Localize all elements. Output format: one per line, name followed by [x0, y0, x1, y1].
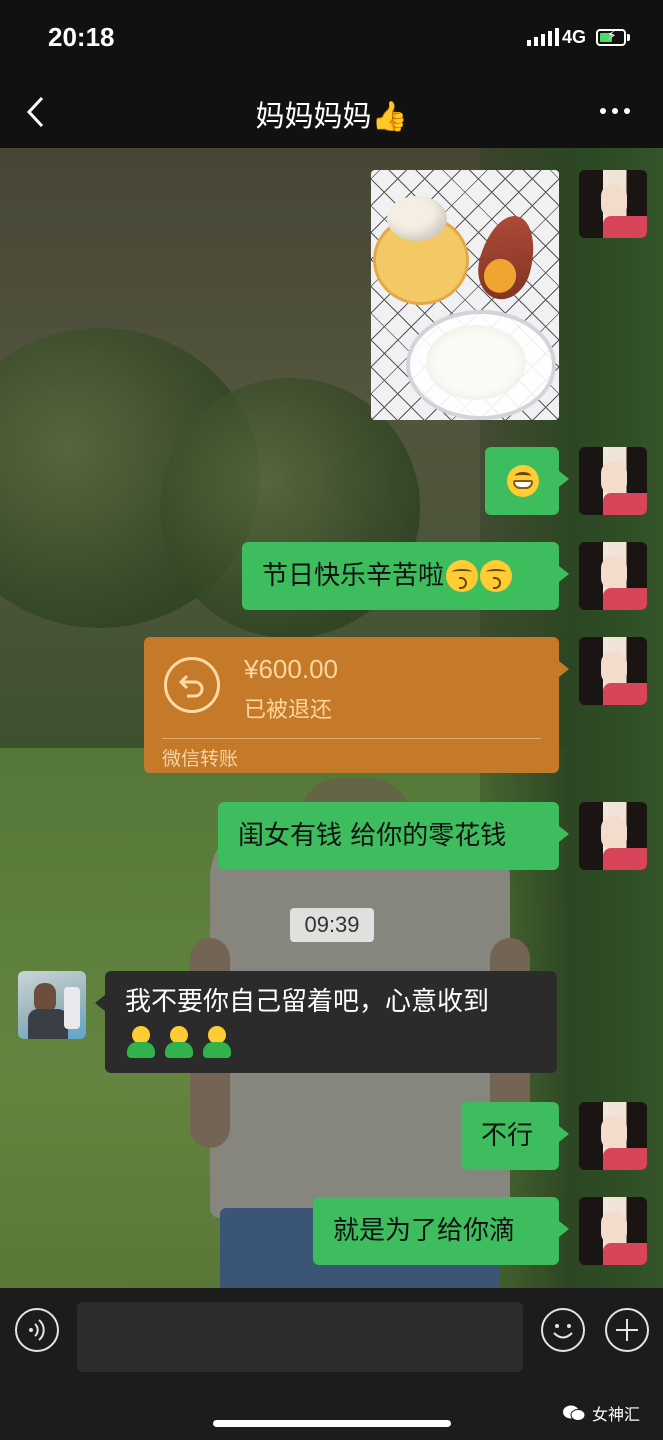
message-input[interactable]	[77, 1302, 523, 1372]
contact-avatar[interactable]	[18, 971, 86, 1039]
message-bubble[interactable]: 就是为了给你滴	[313, 1197, 569, 1265]
received-message-bubble[interactable]: 我不要你自己留着吧，心意收到	[95, 971, 557, 1073]
my-avatar[interactable]	[579, 1197, 647, 1265]
transfer-label: 微信转账	[162, 748, 239, 770]
watermark-text: 女神汇	[592, 1405, 641, 1424]
message-text: 不行	[481, 1121, 534, 1151]
message-text: 就是为了给你滴	[333, 1216, 516, 1246]
transfer-amount: ¥600.00	[244, 654, 338, 684]
chat-timestamp: 09:39	[290, 908, 374, 942]
input-bar: 女神汇	[0, 1288, 663, 1440]
transfer-status: 已被退还	[244, 698, 333, 723]
voice-icon[interactable]	[15, 1308, 59, 1352]
message-text: 我不要你自己留着吧，心意收到	[125, 987, 490, 1017]
kiss-emoji-icon	[446, 560, 479, 592]
chat-header: 妈妈妈妈👍	[0, 75, 663, 148]
message-bubble[interactable]: 不行	[461, 1102, 569, 1170]
kiss-emoji-icon	[480, 560, 513, 592]
message-bubble[interactable]: 节日快乐辛苦啦	[242, 542, 569, 610]
more-icon[interactable]	[600, 108, 630, 114]
network-type: 4G	[562, 27, 587, 47]
battery-icon: ⚡	[596, 28, 626, 46]
transfer-card[interactable]: ¥600.00 已被退还 微信转账	[144, 637, 569, 773]
message-bubble-emoji[interactable]	[485, 447, 569, 515]
my-avatar[interactable]	[579, 637, 647, 705]
signal-icon	[527, 28, 559, 46]
battery-tip	[627, 34, 630, 41]
my-avatar[interactable]	[579, 447, 647, 515]
emoji-icon[interactable]	[541, 1308, 585, 1352]
sent-photo[interactable]	[371, 170, 559, 420]
home-indicator	[213, 1420, 451, 1427]
my-avatar[interactable]	[579, 170, 647, 238]
chat-title: 妈妈妈妈👍	[255, 99, 408, 133]
message-text: 节日快乐辛苦啦	[262, 561, 445, 591]
figure-emoji-icon	[125, 1025, 157, 1060]
figure-emoji-icon	[163, 1025, 195, 1060]
status-bar: 20:18 4G ⚡	[0, 0, 663, 75]
transfer-divider	[162, 738, 541, 739]
plus-icon[interactable]	[605, 1308, 649, 1352]
my-avatar[interactable]	[579, 1102, 647, 1170]
message-bubble[interactable]: 闺女有钱 给你的零花钱	[218, 802, 569, 870]
figure-emoji-icon	[201, 1025, 233, 1060]
refund-icon	[164, 657, 220, 713]
message-text: 闺女有钱 给你的零花钱	[238, 821, 507, 851]
wechat-logo-icon	[562, 1404, 586, 1422]
grin-emoji-icon	[507, 465, 539, 497]
status-time: 20:18	[48, 22, 115, 52]
my-avatar[interactable]	[579, 542, 647, 610]
watermark: 女神汇	[562, 1401, 640, 1425]
emoji-row	[125, 1024, 239, 1060]
my-avatar[interactable]	[579, 802, 647, 870]
